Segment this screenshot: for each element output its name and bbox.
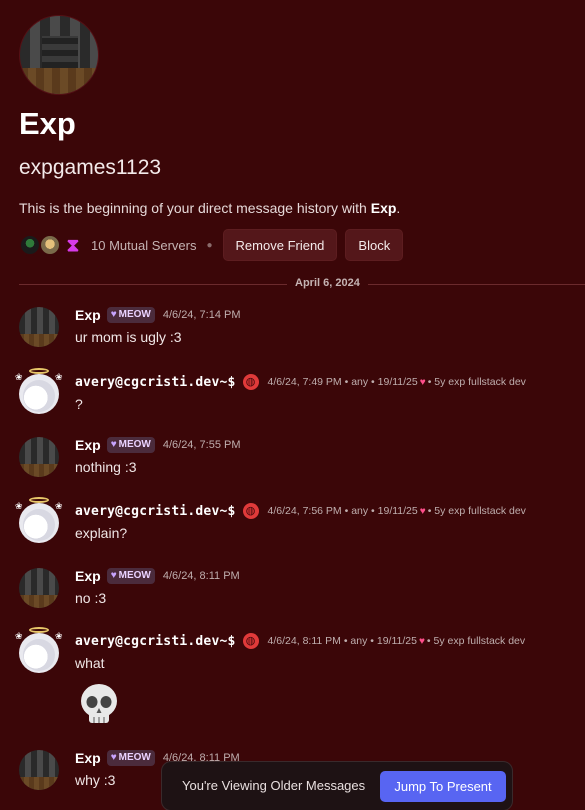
avatar[interactable] — [19, 307, 59, 347]
heart-icon: ♥ — [110, 752, 117, 763]
message-timestamp: 4/6/24, 7:49 PM • any • 19/11/25 ♥ • 5y ex… — [267, 376, 526, 388]
avatar[interactable]: ❀ ❀ — [15, 627, 63, 673]
older-messages-text: You're Viewing Older Messages — [182, 778, 366, 793]
message-content: nothing :3 — [75, 459, 137, 475]
hourglass-icon: ⧗ — [66, 235, 80, 255]
avatar[interactable] — [19, 568, 59, 608]
heart-icon: ♥ — [418, 636, 425, 647]
older-messages-bar: You're Viewing Older Messages Jump To Pr… — [161, 761, 513, 810]
message-timestamp: 4/6/24, 7:55 PM — [162, 439, 241, 451]
avatar[interactable]: ❀ ❀ — [15, 497, 63, 543]
avatar[interactable] — [19, 750, 59, 790]
clan-tag[interactable]: ♥ MEOW — [106, 307, 155, 323]
message-author[interactable]: Exp — [75, 307, 101, 323]
message-timestamp: 4/6/24, 7:14 PM — [162, 309, 241, 321]
message-author[interactable]: Exp — [75, 750, 101, 766]
message-content: why :3 — [75, 772, 116, 788]
mutual-server-icons[interactable]: ⧗ — [19, 234, 81, 256]
clan-tag[interactable]: ♥ MEOW — [106, 437, 155, 453]
mutual-servers-link[interactable]: 10 Mutual Servers — [91, 238, 197, 253]
profile-avatar[interactable] — [19, 15, 99, 95]
message-content: no :3 — [75, 590, 107, 606]
message-content: what — [75, 655, 105, 671]
message-author[interactable]: avery@cgcristi.dev~$ — [75, 634, 236, 649]
profile-username: expgames1123 — [19, 156, 162, 179]
message-author[interactable]: Exp — [75, 437, 101, 453]
globe-icon: ◍ — [242, 374, 259, 390]
clan-tag[interactable]: ♥ MEOW — [106, 568, 155, 584]
message-content: explain? — [75, 525, 128, 541]
separator-dot: ● — [206, 239, 213, 251]
avatar[interactable]: ❀ ❀ — [15, 368, 63, 414]
heart-icon: ♥ — [110, 570, 117, 581]
message-timestamp: 4/6/24, 8:11 PM — [162, 570, 240, 582]
server-icon — [39, 234, 61, 256]
message-timestamp: 4/6/24, 7:56 PM • any • 19/11/25 ♥ • 5y ex… — [267, 505, 526, 517]
globe-icon: ◍ — [242, 633, 259, 649]
message-author[interactable]: Exp — [75, 568, 101, 584]
skull-emoji-icon — [81, 684, 117, 723]
heart-icon: ♥ — [419, 506, 426, 517]
message-author[interactable]: avery@cgcristi.dev~$ — [75, 375, 236, 390]
intro-text: This is the beginning of your direct mes… — [19, 200, 401, 216]
dm-intro: Exp expgames1123 This is the beginning o… — [19, 15, 585, 261]
date-divider-label: April 6, 2024 — [287, 277, 368, 289]
message-content: ? — [75, 396, 83, 412]
globe-icon: ◍ — [242, 503, 259, 519]
clan-tag[interactable]: ♥ MEOW — [106, 750, 155, 766]
message-author[interactable]: avery@cgcristi.dev~$ — [75, 504, 236, 519]
profile-display-name: Exp — [19, 106, 76, 141]
message-content: ur mom is ugly :3 — [75, 329, 182, 345]
message-timestamp: 4/6/24, 8:11 PM • any • 19/11/25 ♥ • 5y ex… — [267, 635, 526, 647]
remove-friend-button[interactable]: Remove Friend — [222, 229, 338, 261]
server-icon — [19, 234, 41, 256]
jump-to-present-button[interactable]: Jump To Present — [380, 771, 506, 802]
block-button[interactable]: Block — [345, 229, 404, 261]
heart-icon: ♥ — [110, 439, 117, 450]
heart-icon: ♥ — [419, 377, 426, 388]
heart-icon: ♥ — [110, 309, 117, 320]
avatar[interactable] — [19, 437, 59, 477]
